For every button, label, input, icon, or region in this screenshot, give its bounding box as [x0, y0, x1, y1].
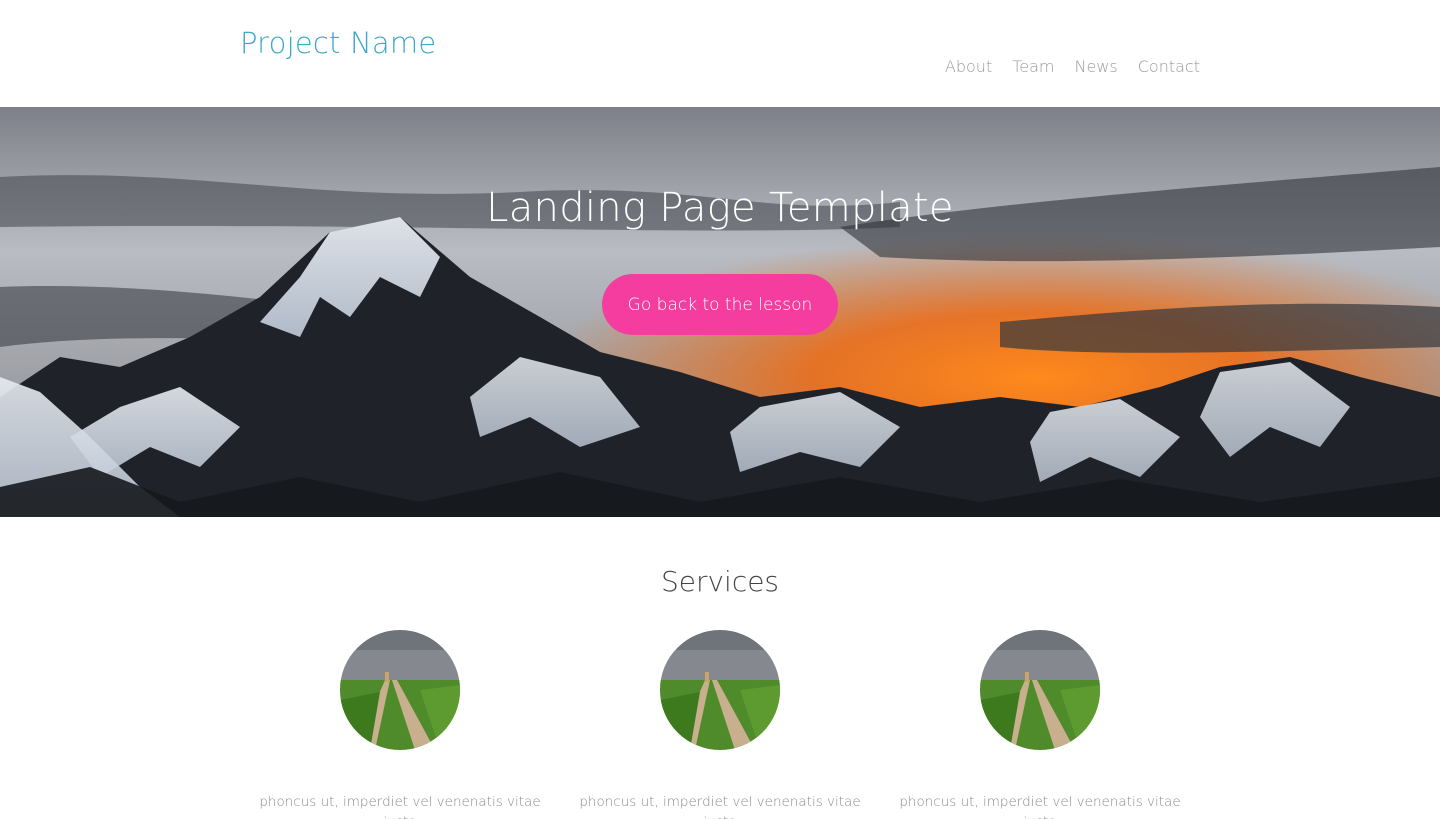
nav-contact-link[interactable]: Contact	[1138, 57, 1200, 76]
hero-section: Landing Page Template Go back to the les…	[0, 107, 1440, 517]
go-back-button[interactable]: Go back to the lesson	[602, 274, 838, 335]
service-text: phoncus ut, imperdiet vel venenatis vita…	[259, 794, 541, 819]
service-card: phoncus ut, imperdiet vel venenatis vita…	[560, 630, 880, 819]
nav-about-link[interactable]: About	[945, 57, 992, 76]
service-text: phoncus ut, imperdiet vel venenatis vita…	[579, 794, 861, 819]
services-title: Services	[660, 565, 780, 598]
path-through-field-image	[340, 630, 460, 750]
main-nav: About Team News Contact	[945, 57, 1200, 76]
service-card: phoncus ut, imperdiet vel venenatis vita…	[240, 630, 560, 819]
site-header: Project Name About Team News Contact	[0, 0, 1440, 107]
service-text: phoncus ut, imperdiet vel venenatis vita…	[899, 794, 1181, 819]
brand-link[interactable]: Project Name	[240, 26, 436, 60]
nav-team-link[interactable]: Team	[1012, 57, 1054, 76]
path-through-field-image	[660, 630, 780, 750]
path-through-field-image	[980, 630, 1100, 750]
nav-news-link[interactable]: News	[1075, 57, 1118, 76]
service-card: phoncus ut, imperdiet vel venenatis vita…	[880, 630, 1200, 819]
hero-title: Landing Page Template	[486, 185, 954, 231]
